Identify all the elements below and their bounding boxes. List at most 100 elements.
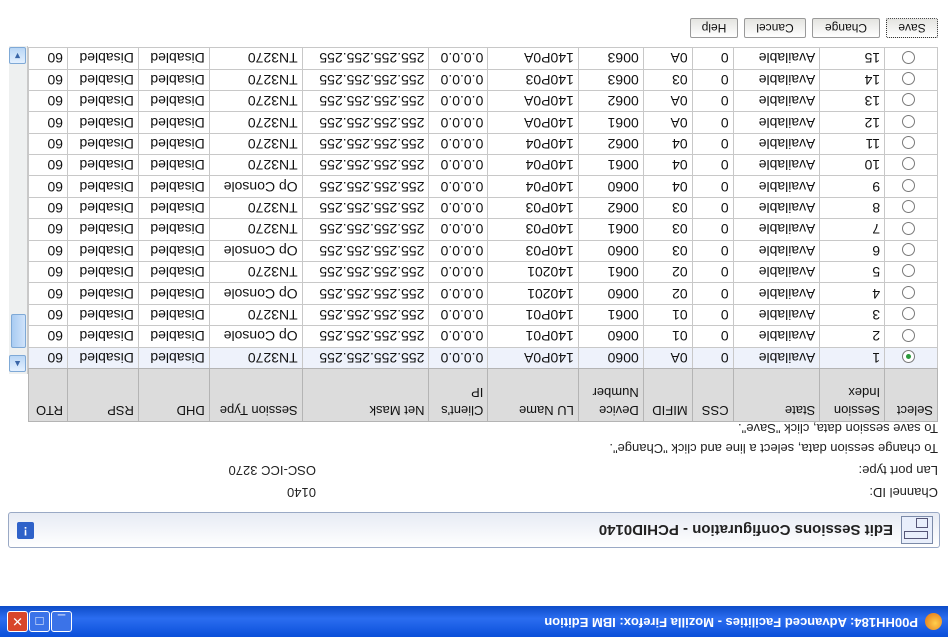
- table-row[interactable]: 9 Available 0 04 0060 140P04 0.0.0.0 255.255.25…: [28, 175, 938, 198]
- table-cell: Disabled: [138, 304, 210, 326]
- table-row[interactable]: 1 Available 0 0A 0060 140P0A 0.0.0.0 255.255.25…: [28, 347, 938, 369]
- minimize-icon[interactable]: _: [51, 611, 72, 632]
- table-cell: 0.0.0.0: [428, 175, 488, 198]
- table-cell: 60: [28, 90, 68, 112]
- table-cell: Disabled: [67, 325, 139, 348]
- table-cell: TN3270: [209, 197, 303, 219]
- table-row[interactable]: 15 Available 0 0A 0063 140P0A 0.0.0.0 255.255.2…: [28, 47, 938, 70]
- table-row[interactable]: 11 Available 0 04 0062 140P04 0.0.0.0 255.255.2…: [28, 133, 938, 155]
- table-cell: 140P0A: [487, 47, 579, 70]
- change-instruction: To change session data, select a line an…: [609, 441, 938, 456]
- col-dhd: DHD: [138, 368, 210, 422]
- table-cell: 0061: [578, 154, 644, 176]
- table-cell: Disabled: [138, 282, 210, 305]
- table-cell: 0: [692, 325, 734, 348]
- table-cell: 140P04: [487, 175, 579, 198]
- table-row[interactable]: 8 Available 0 03 0062 140P03 0.0.0.0 255.255.25…: [28, 197, 938, 219]
- table-cell: 140P0A: [487, 111, 579, 134]
- select-radio[interactable]: [902, 200, 915, 214]
- table-row[interactable]: 10 Available 0 04 0061 140P04 0.0.0.0 255.255.2…: [28, 154, 938, 176]
- table-cell: 02: [643, 261, 693, 283]
- table-cell: Disabled: [67, 175, 139, 198]
- table-cell: Disabled: [67, 282, 139, 305]
- table-cell: 04: [643, 154, 693, 176]
- scroll-down-icon[interactable]: ▼: [9, 47, 26, 64]
- close-icon[interactable]: ✕: [7, 611, 28, 632]
- table-cell: Available: [733, 111, 820, 134]
- select-radio[interactable]: [902, 114, 915, 128]
- table-cell: Disabled: [67, 69, 139, 91]
- select-radio[interactable]: [902, 350, 915, 364]
- select-radio[interactable]: [902, 136, 915, 150]
- select-cell: [884, 133, 938, 155]
- table-cell: 0A: [643, 47, 693, 70]
- table-cell: 0: [692, 304, 734, 326]
- select-radio[interactable]: [902, 157, 915, 171]
- title-bar: P00HH184: Advanced Facilities - Mozilla …: [0, 606, 948, 637]
- table-cell: Disabled: [67, 347, 139, 369]
- scroll-thumb[interactable]: [11, 314, 26, 348]
- table-row[interactable]: 5 Available 0 02 0061 140201 0.0.0.0 255.255.25…: [28, 261, 938, 283]
- col-net-mask: Net Mask: [302, 368, 429, 422]
- firefox-icon: [925, 613, 942, 630]
- select-cell: [884, 175, 938, 198]
- select-radio[interactable]: [902, 328, 915, 342]
- select-radio[interactable]: [902, 71, 915, 85]
- col-client-ip: Client's IP: [428, 368, 488, 422]
- table-cell: 60: [28, 240, 68, 262]
- select-radio[interactable]: [902, 93, 915, 107]
- table-cell: TN3270: [209, 90, 303, 112]
- select-radio[interactable]: [902, 285, 915, 299]
- table-cell: 140P04: [487, 133, 579, 155]
- table-cell: 0: [692, 347, 734, 369]
- change-button[interactable]: Change: [812, 18, 880, 38]
- col-select: Select: [884, 368, 938, 422]
- table-row[interactable]: 2 Available 0 01 0060 140P01 0.0.0.0 255.255.25…: [28, 325, 938, 348]
- table-cell: 0: [692, 69, 734, 91]
- table-scrollbar[interactable]: ▲ ▼: [9, 46, 28, 374]
- table-cell: 0063: [578, 47, 644, 70]
- select-radio[interactable]: [902, 243, 915, 257]
- scroll-up-icon[interactable]: ▲: [9, 355, 26, 372]
- table-cell: 255.255.255.255: [302, 175, 429, 198]
- table-cell: 15: [819, 47, 885, 70]
- table-row[interactable]: 7 Available 0 03 0061 140P03 0.0.0.0 255.255.25…: [28, 218, 938, 241]
- table-row[interactable]: 13 Available 0 0A 0062 140P0A 0.0.0.0 255.255.2…: [28, 90, 938, 112]
- table-row[interactable]: 3 Available 0 01 0061 140P01 0.0.0.0 255.255.25…: [28, 304, 938, 326]
- table-cell: 255.255.255.255: [302, 111, 429, 134]
- table-row[interactable]: 4 Available 0 02 0060 140201 0.0.0.0 255.255.25…: [28, 282, 938, 305]
- table-row[interactable]: 6 Available 0 03 0060 140P03 0.0.0.0 255.255.25…: [28, 240, 938, 262]
- col-state: State: [733, 368, 820, 422]
- col-session-type: Session Type: [209, 368, 303, 422]
- table-cell: Op Console: [209, 175, 303, 198]
- table-cell: 0.0.0.0: [428, 325, 488, 348]
- select-radio[interactable]: [902, 307, 915, 321]
- select-radio[interactable]: [902, 50, 915, 64]
- help-button[interactable]: Help: [690, 18, 738, 38]
- select-radio[interactable]: [902, 264, 915, 278]
- save-button[interactable]: Save: [886, 18, 938, 38]
- save-instruction: To save session data, click "Save".: [738, 421, 938, 436]
- table-cell: 0.0.0.0: [428, 111, 488, 134]
- table-cell: Available: [733, 261, 820, 283]
- cancel-button[interactable]: Cancel: [744, 18, 806, 38]
- table-cell: Disabled: [67, 218, 139, 241]
- table-row[interactable]: 12 Available 0 0A 0061 140P0A 0.0.0.0 255.255.2…: [28, 111, 938, 134]
- select-radio[interactable]: [902, 221, 915, 235]
- table-cell: 255.255.255.255: [302, 47, 429, 70]
- help-icon[interactable]: !: [17, 522, 34, 539]
- table-cell: 0.0.0.0: [428, 261, 488, 283]
- table-cell: Disabled: [138, 47, 210, 70]
- lan-port-label: Lan port type:: [858, 463, 939, 478]
- maximize-icon[interactable]: □: [29, 611, 50, 632]
- table-row[interactable]: 14 Available 0 03 0063 140P03 0.0.0.0 255.255.2…: [28, 69, 938, 91]
- select-radio[interactable]: [902, 178, 915, 192]
- col-css: CSS: [692, 368, 734, 422]
- select-cell: [884, 261, 938, 283]
- table-cell: 140201: [487, 282, 579, 305]
- table-cell: 0060: [578, 240, 644, 262]
- table-cell: 140P03: [487, 197, 579, 219]
- table-cell: 0.0.0.0: [428, 218, 488, 241]
- table-cell: Available: [733, 282, 820, 305]
- table-cell: 60: [28, 197, 68, 219]
